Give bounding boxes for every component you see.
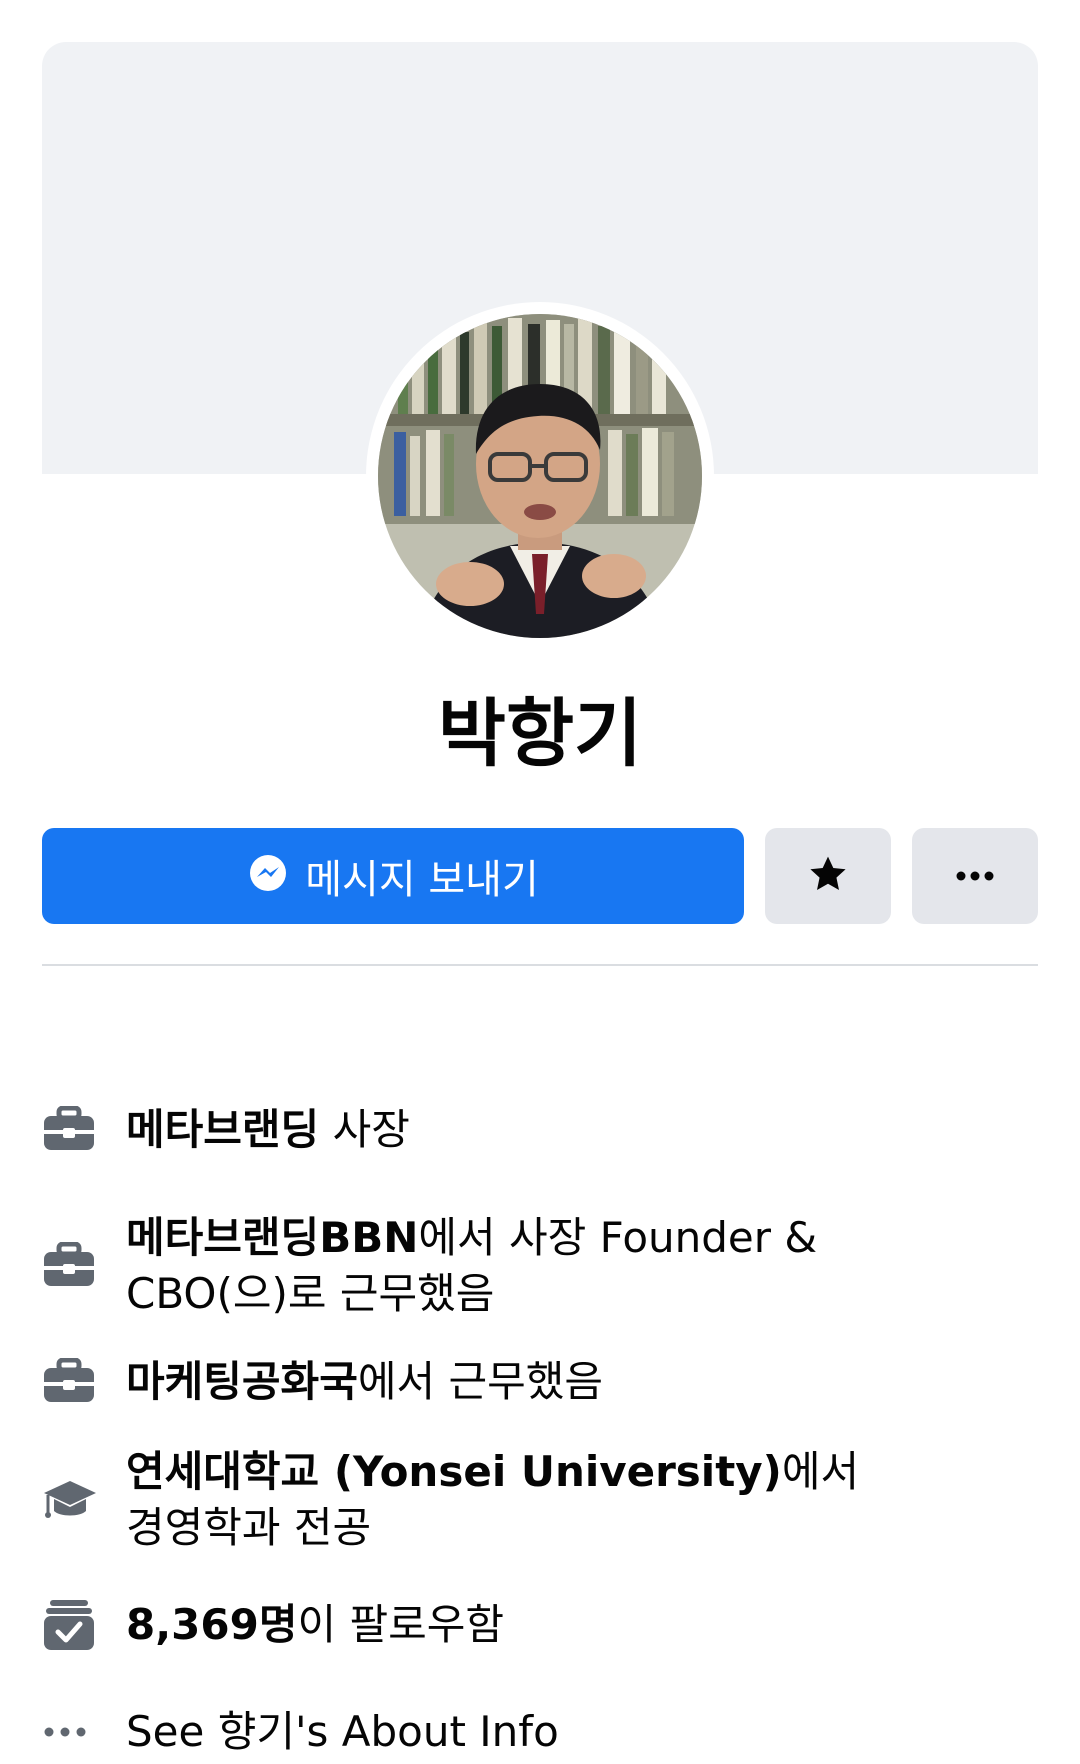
followers-box-icon	[42, 1598, 126, 1652]
more-options-button[interactable]	[912, 828, 1038, 924]
briefcase-icon	[42, 1242, 126, 1290]
favorite-button[interactable]	[765, 828, 891, 924]
education-description-line2: 경영학과 전공	[126, 1503, 372, 1552]
more-dots-icon	[955, 867, 995, 886]
followers-row[interactable]: 8,369명이 팔로우함	[42, 1595, 1038, 1655]
see-about-info-link[interactable]: See 향기's About Info	[126, 1707, 559, 1756]
profile-picture[interactable]	[378, 314, 702, 638]
briefcase-icon	[42, 1106, 126, 1154]
followers-description: 이 팔로우함	[297, 1600, 505, 1649]
more-dots-icon	[42, 1726, 126, 1738]
job-position: 사장	[332, 1105, 410, 1154]
graduation-cap-icon	[42, 1475, 126, 1525]
profile-picture-frame	[366, 302, 714, 650]
job-description-line1: 에서 사장 Founder &	[418, 1213, 818, 1262]
school-name[interactable]: 연세대학교 (Yonsei University)	[126, 1447, 782, 1496]
current-job-row[interactable]: 메타브랜딩 사장	[42, 1100, 1038, 1160]
job-description-line2: CBO(으)로 근무했음	[126, 1269, 495, 1318]
follower-count: 8,369명	[126, 1600, 298, 1649]
divider	[42, 964, 1038, 966]
company-name[interactable]: 메타브랜딩	[126, 1105, 319, 1154]
send-message-label: 메시지 보내기	[305, 857, 539, 903]
past-job-row[interactable]: 메타브랜딩BBN에서 사장 Founder & CBO(으)로 근무했음	[42, 1208, 1038, 1324]
profile-name: 박항기	[437, 691, 643, 777]
company-name[interactable]: 마케팅공화국	[126, 1357, 358, 1406]
messenger-icon	[247, 853, 289, 899]
education-description-line1: 에서	[781, 1447, 860, 1496]
see-about-info-row[interactable]: See 향기's About Info	[42, 1702, 1038, 1762]
company-name[interactable]: 메타브랜딩BBN	[126, 1213, 418, 1262]
education-row[interactable]: 연세대학교 (Yonsei University)에서 경영학과 전공	[42, 1442, 1038, 1558]
job-description: 에서 근무했음	[357, 1357, 604, 1406]
past-job-row[interactable]: 마케팅공화국에서 근무했음	[42, 1352, 1038, 1412]
star-icon	[806, 852, 850, 900]
briefcase-icon	[42, 1358, 126, 1406]
send-message-button[interactable]: 메시지 보내기	[42, 828, 744, 924]
